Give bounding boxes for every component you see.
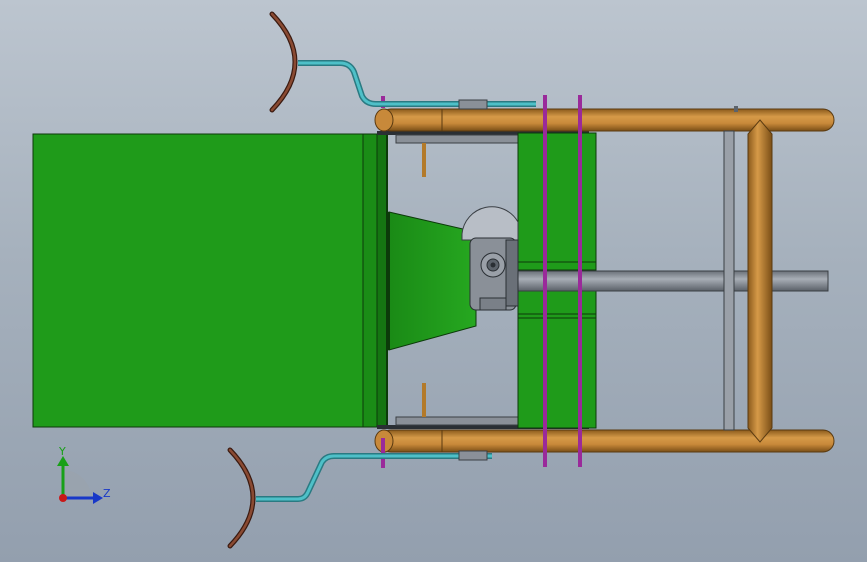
frame-steel-strut <box>723 106 738 431</box>
cad-assembly-viewport[interactable]: Y Z <box>0 0 867 562</box>
deflector-bottom[interactable] <box>227 447 256 549</box>
deflector-top[interactable] <box>269 11 298 113</box>
drive-shaft[interactable] <box>509 270 829 292</box>
triad-z-label: Z <box>103 487 111 500</box>
coolant-pipe-top[interactable] <box>298 60 536 110</box>
coordinate-triad: Y Z <box>57 445 111 504</box>
frame-tube-vertical[interactable] <box>747 119 773 443</box>
triad-y-label: Y <box>58 445 66 458</box>
hopper-body[interactable] <box>32 133 388 428</box>
coolant-pipe-bottom[interactable] <box>256 450 492 502</box>
gearbox[interactable] <box>461 206 519 311</box>
